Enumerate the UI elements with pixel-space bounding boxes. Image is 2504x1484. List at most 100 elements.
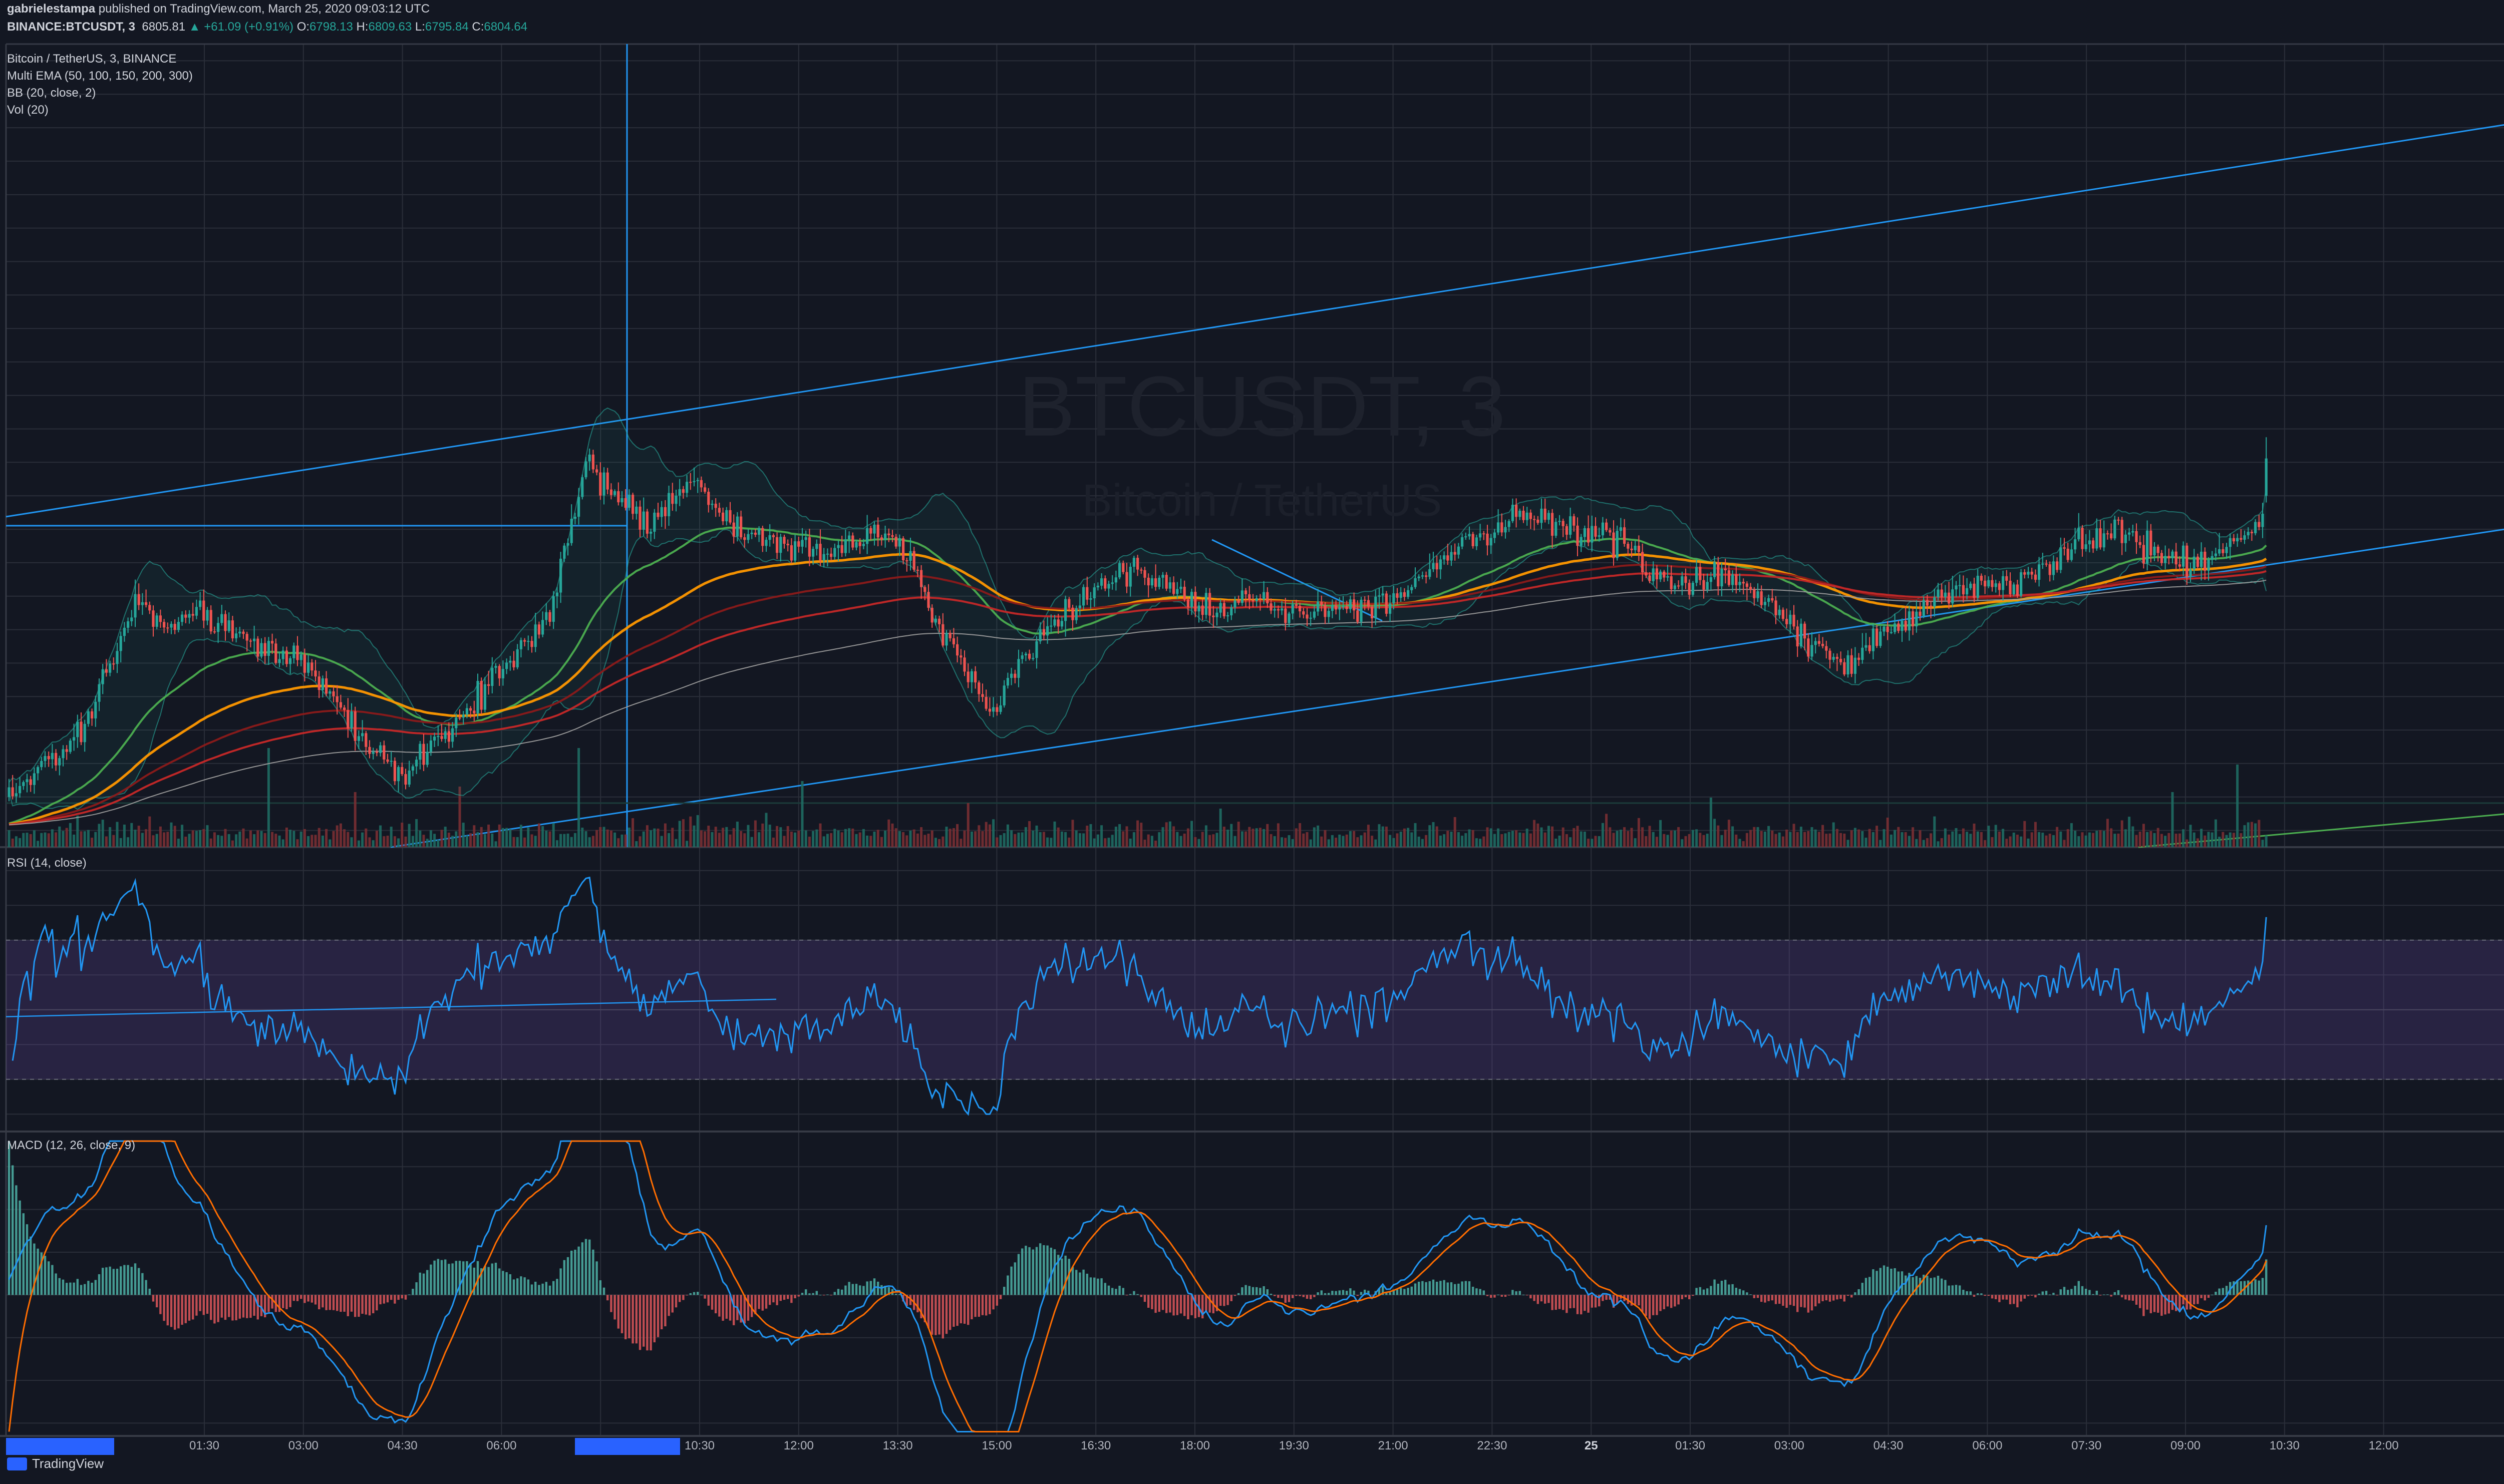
candle-body [206, 610, 209, 621]
volume-bar [988, 824, 991, 847]
candle-body [743, 537, 746, 540]
volume-bar [1883, 829, 1886, 847]
candle-body [1976, 575, 1979, 598]
volume-bar [570, 837, 573, 847]
macd-histogram-bar [235, 1295, 237, 1321]
macd-histogram-bar [217, 1295, 219, 1322]
macd-histogram-bar [318, 1295, 321, 1310]
volume-bar [1980, 832, 1983, 847]
macd-histogram-bar [805, 1289, 807, 1295]
macd-histogram-bar [44, 1256, 47, 1295]
macd-histogram-bar [102, 1268, 104, 1295]
volume-bar [1507, 832, 1510, 847]
author-name[interactable]: gabrielestampa [7, 2, 95, 16]
volume-bar [985, 822, 988, 847]
volume-bar [325, 829, 328, 847]
volume-bar [476, 832, 479, 847]
candle-body [1767, 598, 1770, 602]
candle-body [501, 669, 504, 678]
time-axis-label: 12:00 [784, 1439, 814, 1452]
candle-body [869, 528, 872, 534]
macd-histogram-bar [1980, 1293, 1983, 1295]
candle-body [1035, 641, 1038, 658]
macd-histogram-bar [105, 1267, 108, 1295]
symbol-name[interactable]: BINANCE:BTCUSDT, 3 [7, 20, 135, 34]
candle-body [725, 510, 728, 522]
macd-histogram-bar [1720, 1281, 1723, 1295]
macd-histogram-bar [1731, 1284, 1734, 1295]
tradingview-logo[interactable]: TradingView [7, 1456, 104, 1471]
macd-histogram-bar [404, 1295, 407, 1300]
volume-bar [519, 825, 522, 847]
macd-histogram-bar [487, 1267, 490, 1295]
candle-body [191, 614, 194, 616]
volume-bar [2102, 831, 2105, 847]
volume-bar [552, 823, 555, 847]
candle-body [1010, 673, 1013, 678]
macd-histogram-bar [1288, 1295, 1291, 1302]
candle-body [1749, 587, 1752, 590]
volume-bar [996, 837, 999, 847]
macd-histogram-bar [643, 1295, 645, 1347]
macd-histogram-bar [123, 1265, 126, 1295]
candle-body [1255, 598, 1258, 601]
candle-body [1277, 609, 1280, 611]
volume-bar [812, 831, 815, 847]
candle-body [1082, 587, 1085, 606]
legend-title[interactable]: Bitcoin / TetherUS, 3, BINANCE [7, 52, 176, 66]
macd-histogram-bar [548, 1285, 551, 1295]
macd-histogram-bar [960, 1295, 962, 1324]
volume-bar [292, 831, 295, 847]
volume-bar [379, 825, 382, 847]
volume-bar [1392, 838, 1395, 847]
candle-body [2247, 532, 2250, 536]
macd-histogram-bar [2013, 1295, 2015, 1304]
volume-bar [109, 827, 112, 847]
volume-bar [40, 833, 43, 847]
volume-bar [1042, 832, 1045, 847]
volume-bar [1353, 831, 1356, 847]
macd-histogram-bar [1724, 1280, 1727, 1295]
volume-bar [1003, 833, 1006, 847]
volume-bar [2171, 792, 2174, 847]
macd-histogram-bar [588, 1239, 591, 1295]
macd-histogram-bar [1010, 1266, 1013, 1295]
legend-bb[interactable]: BB (20, close, 2) [7, 86, 96, 100]
macd-histogram-bar [1966, 1291, 1968, 1295]
candle-body [1951, 589, 1954, 604]
candle-body [447, 731, 450, 742]
volume-bar [2225, 835, 2228, 847]
macd-histogram-bar [1349, 1288, 1352, 1295]
legend-macd[interactable]: MACD (12, 26, close, 9) [7, 1139, 135, 1153]
volume-bar [761, 823, 764, 847]
candle-body [765, 540, 768, 546]
macd-histogram-bar [2142, 1295, 2145, 1316]
legend-ema[interactable]: Multi EMA (50, 100, 150, 200, 300) [7, 69, 193, 83]
macd-histogram-bar [256, 1295, 259, 1320]
volume-bar [1547, 826, 1550, 847]
legend-rsi[interactable]: RSI (14, close) [7, 856, 87, 870]
time-axis-label: 21:00 [1378, 1439, 1408, 1452]
macd-histogram-bar [2207, 1295, 2210, 1298]
volume-bar [2095, 831, 2098, 847]
volume-bar [1385, 826, 1388, 847]
candle-body [1792, 614, 1795, 627]
candle-body [2074, 539, 2077, 550]
macd-histogram-bar [1317, 1292, 1319, 1295]
volume-bar [1540, 827, 1543, 847]
volume-bar [1082, 833, 1085, 847]
volume-bar [2250, 822, 2253, 847]
candle-body [33, 773, 36, 785]
macd-histogram-bar [693, 1292, 696, 1295]
macd-histogram-bar [1111, 1288, 1114, 1295]
macd-histogram-bar [523, 1277, 526, 1295]
candle-body [426, 752, 429, 765]
candle-body [530, 641, 533, 647]
volume-bar [447, 833, 450, 847]
macd-histogram-bar [213, 1295, 216, 1324]
macd-histogram-bar [934, 1295, 937, 1335]
legend-vol[interactable]: Vol (20) [7, 103, 49, 117]
volume-bar [1695, 829, 1698, 847]
candle-body [1122, 563, 1125, 572]
macd-histogram-bar [1266, 1289, 1269, 1295]
